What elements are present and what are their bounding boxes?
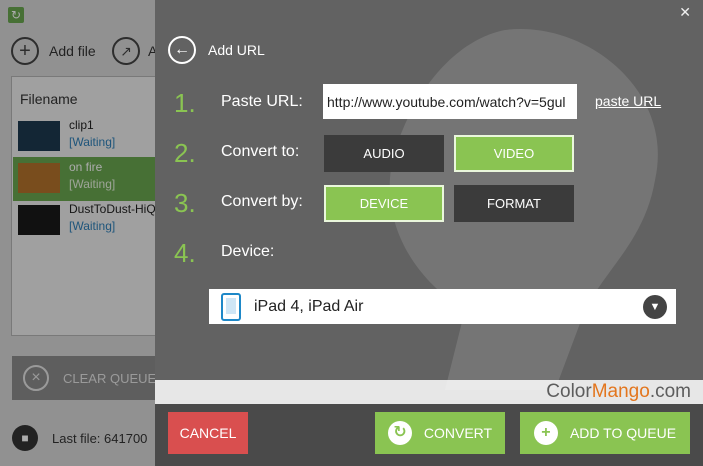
audio-option-button[interactable]: AUDIO — [324, 135, 444, 172]
add-url-dialog: ✕ ← Add URL 1. Paste URL: paste URL 2. C… — [155, 0, 703, 466]
dialog-title: Add URL — [208, 42, 265, 58]
plus-icon: + — [533, 421, 558, 445]
add-to-queue-label: ADD TO QUEUE — [569, 425, 677, 441]
cancel-button[interactable]: CANCEL — [168, 412, 248, 454]
dialog-footer: CANCEL ↻ CONVERT + ADD TO QUEUE — [155, 404, 703, 466]
brand-logo: ColorMango.com — [546, 380, 691, 404]
chevron-down-icon[interactable]: ▼ — [643, 295, 667, 319]
convert-button[interactable]: ↻ CONVERT — [375, 412, 505, 454]
add-to-queue-button[interactable]: + ADD TO QUEUE — [520, 412, 690, 454]
url-input[interactable] — [323, 84, 577, 119]
close-icon[interactable]: ✕ — [679, 4, 691, 21]
convert-label: CONVERT — [423, 425, 493, 441]
tablet-icon — [221, 292, 241, 321]
step-number: 4. — [174, 238, 196, 268]
paste-url-link[interactable]: paste URL — [595, 93, 661, 109]
brand-prefix: Color — [546, 381, 592, 402]
convert-to-label: Convert to: — [221, 143, 300, 160]
dialog-header: ← Add URL — [168, 36, 265, 64]
step-number: 1. — [174, 88, 196, 118]
video-option-button[interactable]: VIDEO — [454, 135, 574, 172]
device-dropdown[interactable]: iPad 4, iPad Air ▼ — [209, 289, 676, 324]
device-option-button[interactable]: DEVICE — [324, 185, 444, 222]
cancel-label: CANCEL — [179, 425, 237, 441]
brand-suffix: .com — [649, 381, 691, 402]
step-number: 3. — [174, 188, 196, 218]
back-arrow-icon[interactable]: ← — [168, 36, 196, 64]
brand-accent: Mango — [591, 381, 650, 402]
device-selected-value: iPad 4, iPad Air — [254, 297, 364, 315]
convert-by-label: Convert by: — [221, 193, 303, 210]
device-label: Device: — [221, 243, 275, 260]
step-number: 2. — [174, 138, 196, 168]
paste-url-label: Paste URL: — [221, 93, 303, 110]
format-option-button[interactable]: FORMAT — [454, 185, 574, 222]
convert-icon: ↻ — [387, 421, 412, 445]
